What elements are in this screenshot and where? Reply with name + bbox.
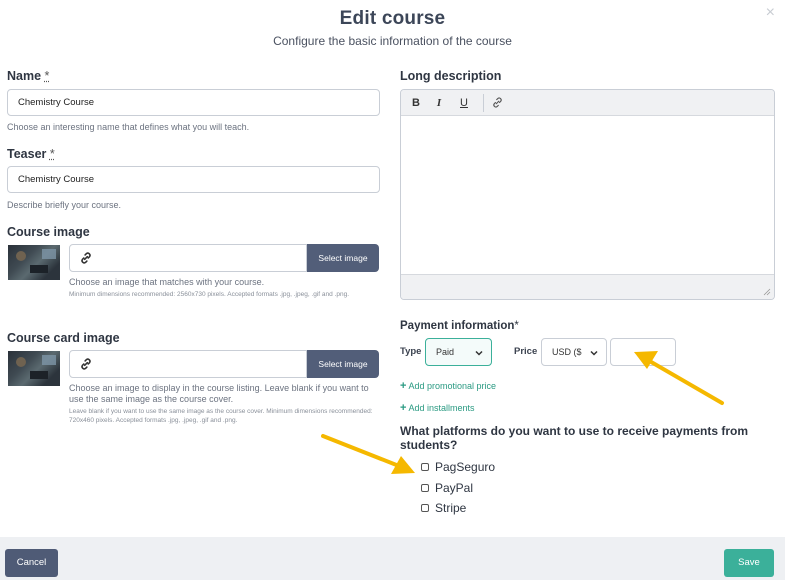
link-icon [81,358,91,370]
card-image-dimensions-help: Leave blank if you want to use the same … [69,408,373,424]
teaser-input[interactable]: Chemistry Course [7,166,380,193]
card-image-url-input[interactable] [69,350,307,378]
plus-icon: + [400,380,407,392]
editor-toolbar: B I U [401,90,774,116]
modal-title: Edit course [339,8,446,29]
name-help: Choose an interesting name that defines … [7,122,250,132]
name-label: Name * [7,69,50,83]
name-input[interactable]: Chemistry Course [7,89,380,116]
course-image-url-input[interactable] [69,244,307,272]
platforms-question: What platforms do you want to use to rec… [400,424,749,452]
course-image-label: Course image [7,225,90,239]
modal-subtitle: Configure the basic information of the c… [273,34,512,48]
payment-label: Payment information* [400,320,519,332]
currency-select[interactable]: USD ($ [541,338,607,366]
card-image-help: Choose an image to display in the course… [69,383,369,404]
price-label: Price [514,346,538,357]
cancel-button[interactable]: Cancel [5,549,58,577]
platform-option-stripe[interactable]: Stripe [421,501,466,515]
save-button[interactable]: Save [724,549,774,577]
type-label: Type [400,346,422,357]
type-select[interactable]: Paid [425,338,492,366]
link-icon [81,252,91,264]
checkbox[interactable] [421,483,429,492]
course-image-select-button[interactable]: Select image [307,244,379,272]
annotation-arrow-platforms [321,434,415,474]
platform-option-pagseguro[interactable]: PagSeguro [421,460,495,474]
card-image-label: Course card image [7,331,120,345]
insert-link-icon[interactable] [491,96,504,109]
currency-select-value: USD ($ [552,347,582,357]
platform-option-paypal[interactable]: PayPal [421,481,473,495]
long-description-label: Long description [400,69,502,83]
teaser-label: Teaser * [7,147,55,161]
teaser-help: Describe briefly your course. [7,200,122,210]
long-description-editor[interactable]: B I U [400,89,775,300]
chevron-down-icon [475,350,483,356]
annotation-arrow-price [634,351,724,405]
modal-footer [0,537,785,580]
underline-button[interactable]: U [457,95,471,111]
add-promotional-price-link[interactable]: + Add promotional price [400,380,496,392]
course-image-dimensions-help: Minimum dimensions recommended: 2560x730… [69,291,350,298]
type-select-value: Paid [436,347,455,357]
checkbox[interactable] [421,503,429,512]
bold-button[interactable]: B [409,95,423,111]
close-icon[interactable]: × [766,4,775,22]
add-installments-link[interactable]: + Add installments [400,402,474,414]
plus-icon: + [400,402,407,414]
italic-button[interactable]: I [432,95,446,111]
resize-grip-icon[interactable] [763,288,771,296]
chevron-down-icon [590,350,598,356]
card-image-thumbnail [8,351,60,386]
course-image-thumbnail [8,245,60,280]
card-image-select-button[interactable]: Select image [307,350,379,378]
toolbar-divider [483,94,484,112]
course-image-help: Choose an image that matches with your c… [69,277,265,287]
editor-statusbar [401,274,774,299]
